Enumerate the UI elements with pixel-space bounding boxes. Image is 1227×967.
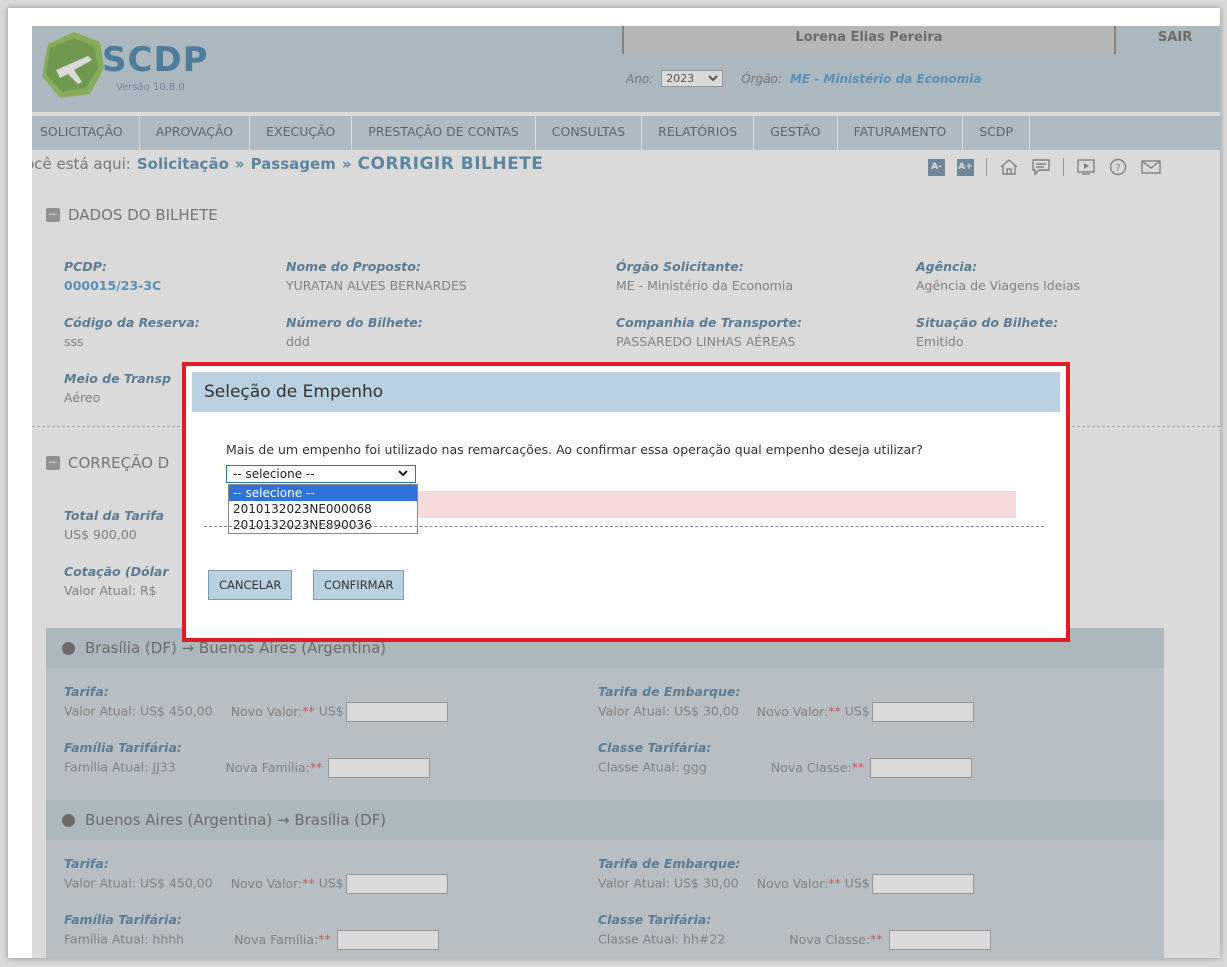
app: SCDP Versão 10.8.0 Lorena Elias Pereira … bbox=[32, 26, 1220, 958]
modal-divider bbox=[204, 526, 1044, 527]
empenho-select[interactable]: -- selecione -- bbox=[226, 465, 416, 483]
option-empenho-1[interactable]: 2010132023NE000068 bbox=[229, 501, 417, 517]
option-empenho-2[interactable]: 2010132023NE890036 bbox=[229, 517, 417, 533]
empenho-select-value: -- selecione -- bbox=[233, 467, 315, 481]
empenho-modal: Seleção de Empenho Mais de um empenho fo… bbox=[182, 362, 1070, 642]
confirm-button[interactable]: CONFIRMAR bbox=[313, 570, 405, 600]
chevron-down-icon bbox=[398, 470, 408, 477]
screenshot-frame: SCDP Versão 10.8.0 Lorena Elias Pereira … bbox=[8, 8, 1220, 958]
modal-message: Mais de um empenho foi utilizado nas rem… bbox=[226, 442, 923, 457]
option-selecione[interactable]: -- selecione -- bbox=[229, 485, 417, 501]
modal-title: Seleção de Empenho bbox=[204, 382, 384, 402]
modal-header: Seleção de Empenho bbox=[192, 372, 1060, 412]
error-highlight-bar bbox=[416, 491, 1016, 518]
cancel-button[interactable]: CANCELAR bbox=[208, 570, 293, 600]
